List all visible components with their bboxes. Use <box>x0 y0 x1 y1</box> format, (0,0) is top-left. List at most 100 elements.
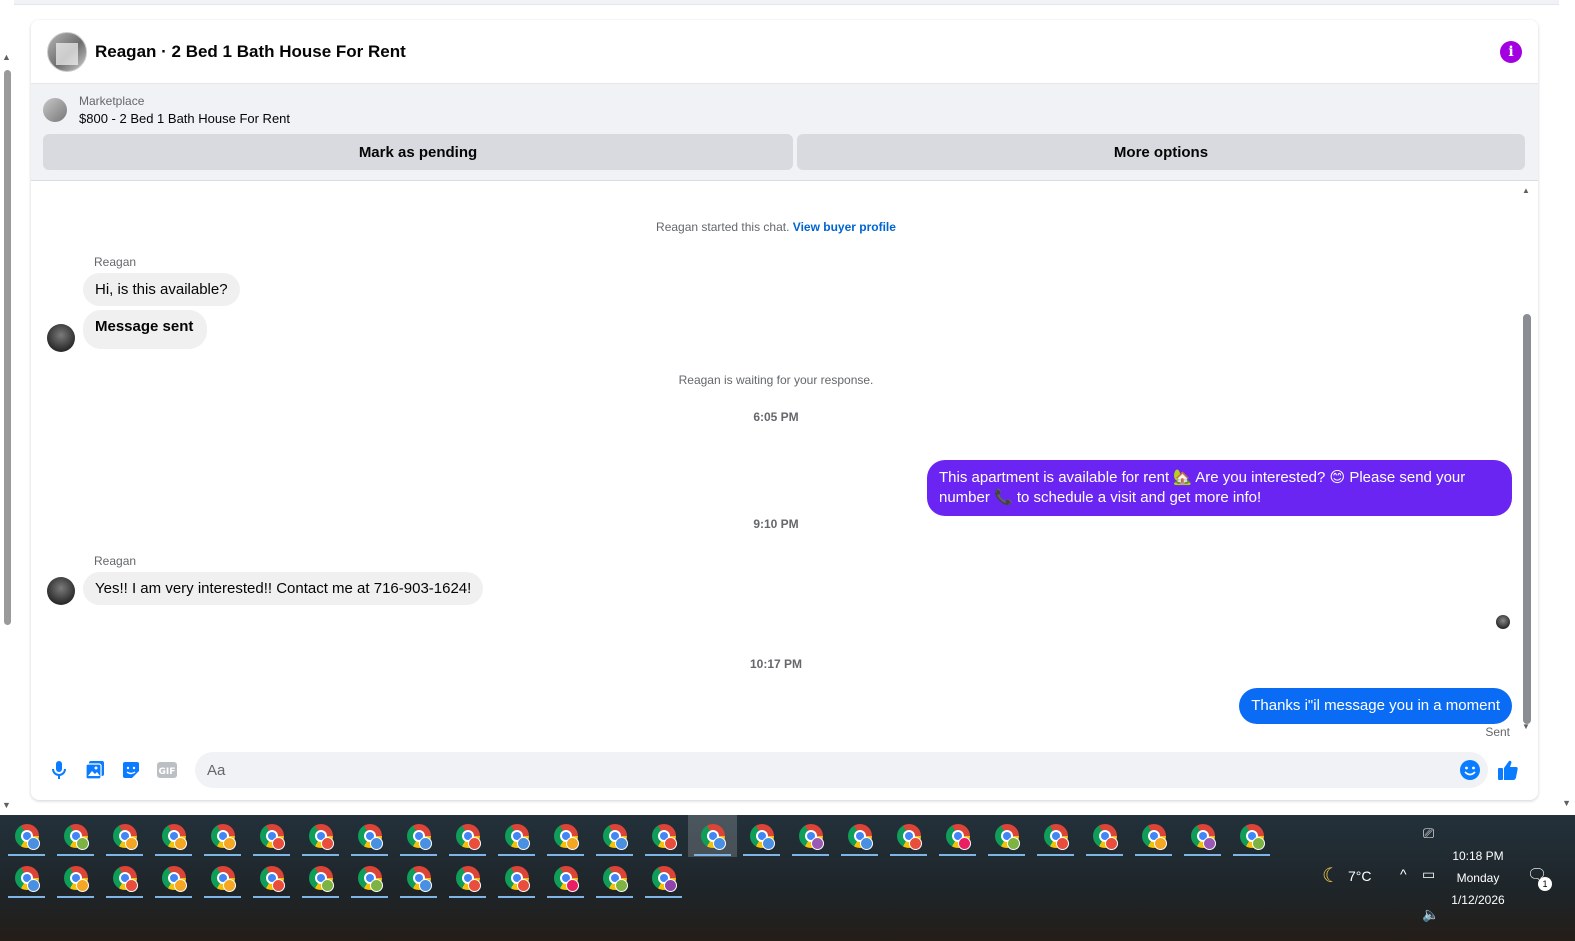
taskbar-chrome-button[interactable] <box>345 857 394 899</box>
message-composer: GIF <box>31 744 1538 796</box>
profile-badge-icon <box>811 837 824 850</box>
taskbar-chrome-button[interactable] <box>296 857 345 899</box>
microphone-icon[interactable] <box>41 752 77 788</box>
taskbar-chrome-button[interactable] <box>884 815 933 857</box>
listing-thumbnail <box>43 98 67 122</box>
view-buyer-profile-link[interactable]: View buyer profile <box>793 220 896 234</box>
taskbar-chrome-button[interactable] <box>1178 815 1227 857</box>
sticker-icon[interactable] <box>113 752 149 788</box>
taskbar-chrome-button[interactable] <box>149 857 198 899</box>
taskbar-chrome-button[interactable] <box>51 857 100 899</box>
taskbar-chrome-button[interactable] <box>492 857 541 899</box>
taskbar-chrome-button[interactable] <box>737 815 786 857</box>
profile-badge-icon <box>1154 837 1167 850</box>
profile-badge-icon <box>321 837 334 850</box>
chat-title[interactable]: Reagan · 2 Bed 1 Bath House For Rent <box>95 42 406 62</box>
listing-title[interactable]: $800 - 2 Bed 1 Bath House For Rent <box>79 111 290 126</box>
profile-badge-icon <box>223 879 236 892</box>
taskbar-chrome-button[interactable] <box>1227 815 1276 857</box>
taskbar-chrome-button[interactable] <box>590 815 639 857</box>
info-icon[interactable]: i <box>1500 40 1522 63</box>
taskbar-chrome-button[interactable] <box>786 815 835 857</box>
weather-widget[interactable]: ☾ 7°C <box>1322 863 1371 888</box>
taskbar-chrome-button[interactable] <box>933 815 982 857</box>
incoming-message[interactable]: Message sent <box>83 310 208 349</box>
message-status: Sent <box>1485 725 1510 739</box>
taskbar-chrome-button[interactable] <box>100 857 149 899</box>
taskbar-chrome-button[interactable] <box>835 815 884 857</box>
chat-window: Reagan · 2 Bed 1 Bath House For Rent i M… <box>31 20 1538 800</box>
message-input[interactable] <box>195 752 1452 788</box>
more-options-button[interactable]: More options <box>797 134 1525 170</box>
taskbar-chrome-button[interactable] <box>492 815 541 857</box>
taskbar-chrome-button[interactable] <box>590 857 639 899</box>
waiting-notice: Reagan is waiting for your response. <box>678 373 874 387</box>
taskbar-chrome-button[interactable] <box>541 857 590 899</box>
taskbar-chrome-button[interactable] <box>1080 815 1129 857</box>
taskbar-chrome-button[interactable] <box>443 815 492 857</box>
page-scroll-thumb[interactable] <box>4 70 11 625</box>
taskbar-chrome-button[interactable] <box>688 815 737 857</box>
chevron-up-icon[interactable]: ^ <box>1400 866 1407 882</box>
gif-icon[interactable]: GIF <box>149 752 185 788</box>
taskbar-row-2 <box>2 857 688 899</box>
taskbar-chrome-button[interactable] <box>149 815 198 857</box>
scroll-down-arrow-icon[interactable]: ▼ <box>2 800 11 810</box>
message-scroll-thumb[interactable] <box>1523 314 1531 724</box>
svg-text:GIF: GIF <box>159 767 176 777</box>
taskbar-chrome-button[interactable] <box>247 815 296 857</box>
taskbar-chrome-button[interactable] <box>2 857 51 899</box>
listing-label: Marketplace <box>79 94 145 108</box>
meet-now-icon[interactable]: ⎚ <box>1423 825 1434 842</box>
incoming-message[interactable]: Hi, is this available? <box>83 273 240 306</box>
profile-badge-icon <box>223 837 236 850</box>
profile-badge-icon <box>860 837 873 850</box>
thumbs-up-icon[interactable] <box>1488 752 1528 788</box>
outgoing-message[interactable]: This apartment is available for rent 🏡 A… <box>927 460 1512 516</box>
taskbar-chrome-button[interactable] <box>296 815 345 857</box>
taskbar-chrome-button[interactable] <box>198 857 247 899</box>
taskbar-chrome-button[interactable] <box>2 815 51 857</box>
profile-badge-icon <box>713 837 726 850</box>
listing-row[interactable]: Marketplace $800 - 2 Bed 1 Bath House Fo… <box>43 92 1526 128</box>
system-clock[interactable]: 10:18 PM Monday 1/12/2026 <box>1440 845 1516 911</box>
moon-icon: ☾ <box>1322 865 1340 887</box>
message-scrollbar[interactable]: ▲ ▼ <box>1522 186 1532 732</box>
taskbar-chrome-button[interactable] <box>51 815 100 857</box>
emoji-icon[interactable] <box>1452 752 1488 788</box>
taskbar-chrome-button[interactable] <box>639 857 688 899</box>
message-scroll-up-icon[interactable]: ▲ <box>1522 186 1530 195</box>
profile-badge-icon <box>125 837 138 850</box>
clock-day: Monday <box>1456 871 1500 885</box>
mark-as-pending-button[interactable]: Mark as pending <box>43 134 793 170</box>
message-input-wrapper <box>195 752 1488 788</box>
profile-badge-icon <box>1007 837 1020 850</box>
reagan-avatar[interactable] <box>47 324 75 352</box>
taskbar-chrome-button[interactable] <box>394 857 443 899</box>
taskbar-chrome-button[interactable] <box>394 815 443 857</box>
taskbar-chrome-button[interactable] <box>247 857 296 899</box>
listing-avatar[interactable] <box>47 31 87 72</box>
taskbar-chrome-button[interactable] <box>982 815 1031 857</box>
windows-taskbar: ⎚ ☾ 7°C ^ ▭ 🔈 10:18 PM Monday 1/12/2026 … <box>0 815 1575 941</box>
page-scrollbar[interactable]: ▲ ▼ <box>0 52 14 812</box>
taskbar-chrome-button[interactable] <box>345 815 394 857</box>
incoming-message[interactable]: Yes!! I am very interested!! Contact me … <box>83 572 484 605</box>
photo-icon[interactable] <box>77 752 113 788</box>
right-scroll-down-arrow-icon[interactable]: ▼ <box>1562 798 1571 808</box>
profile-badge-icon <box>615 879 628 892</box>
taskbar-chrome-button[interactable] <box>443 857 492 899</box>
taskbar-chrome-button[interactable] <box>639 815 688 857</box>
network-icon[interactable]: ▭ <box>1422 866 1435 883</box>
scroll-up-arrow-icon[interactable]: ▲ <box>2 52 11 62</box>
profile-badge-icon <box>762 837 775 850</box>
taskbar-chrome-button[interactable] <box>541 815 590 857</box>
outgoing-message[interactable]: Thanks i"il message you in a moment <box>1239 688 1512 724</box>
reagan-avatar[interactable] <box>47 577 75 605</box>
taskbar-chrome-button[interactable] <box>1129 815 1178 857</box>
taskbar-chrome-button[interactable] <box>100 815 149 857</box>
message-scroll-down-icon[interactable]: ▼ <box>1522 722 1530 731</box>
taskbar-chrome-button[interactable] <box>198 815 247 857</box>
volume-icon[interactable]: 🔈 <box>1422 906 1439 923</box>
taskbar-chrome-button[interactable] <box>1031 815 1080 857</box>
